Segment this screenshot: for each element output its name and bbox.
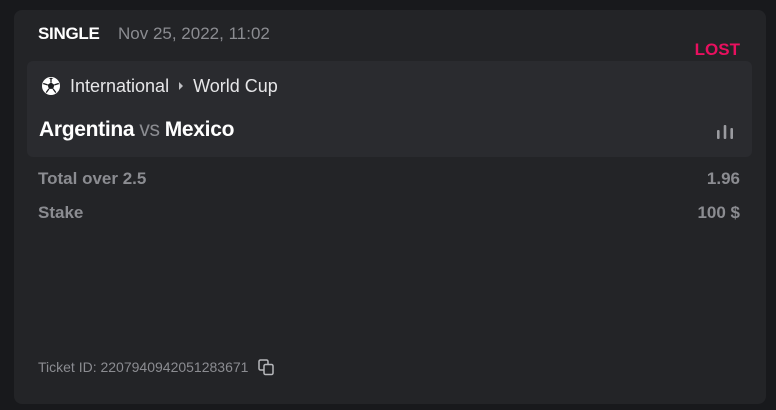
bet-status-badge: LOST (694, 40, 740, 59)
ticket-id: Ticket ID: 2207940942051283671 (38, 358, 275, 376)
bet-card: SINGLE Nov 25, 2022, 11:02 LOST Internat… (14, 10, 766, 404)
stake-value: 100 $ (697, 203, 740, 222)
stake-row: Stake 100 $ (38, 203, 740, 227)
bet-header: SINGLE Nov 25, 2022, 11:02 LOST (38, 24, 742, 59)
stake-label: Stake (38, 203, 84, 222)
event-box[interactable]: International World Cup Argentina vs Mexic… (27, 61, 752, 157)
ticket-id-text: Ticket ID: 2207940942051283671 (38, 359, 249, 375)
bet-type: SINGLE (38, 24, 100, 43)
bar-chart-icon[interactable] (715, 122, 735, 140)
away-team: Mexico (164, 118, 235, 141)
breadcrumb-category[interactable]: International (70, 76, 169, 97)
match-title: Argentina vs Mexico (39, 118, 234, 142)
soccer-ball-icon (41, 76, 61, 96)
vs-separator: vs (139, 118, 160, 141)
selection-odds: 1.96 (706, 169, 740, 188)
selection-label: Total over 2.5 (38, 169, 147, 188)
breadcrumb: International World Cup (41, 75, 278, 97)
home-team: Argentina (39, 118, 135, 141)
copy-icon[interactable] (257, 358, 275, 376)
selection-row: Total over 2.5 1.96 (38, 169, 740, 193)
chevron-right-icon (175, 75, 187, 97)
bet-date: Nov 25, 2022, 11:02 (118, 24, 270, 43)
breadcrumb-tournament[interactable]: World Cup (193, 76, 278, 97)
